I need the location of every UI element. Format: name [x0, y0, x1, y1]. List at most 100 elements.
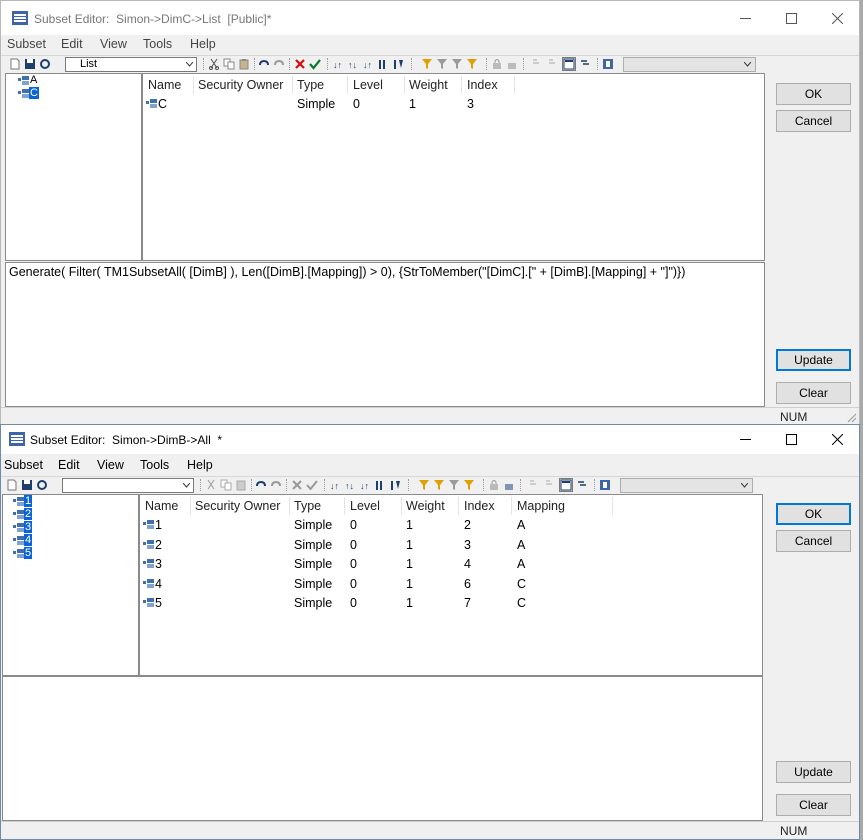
- sort-hierarchy-icon[interactable]: [375, 479, 387, 491]
- minimize-button[interactable]: [722, 425, 768, 454]
- column-header[interactable]: Security Owner: [198, 78, 283, 92]
- table-row[interactable]: 4 Simple 0 1 6 C: [140, 575, 762, 594]
- refresh-icon[interactable]: [36, 479, 48, 491]
- expand-icon[interactable]: [531, 58, 543, 70]
- column-header[interactable]: Weight: [409, 78, 448, 92]
- lock-icon[interactable]: [491, 58, 503, 70]
- sort-hierarchy-icon[interactable]: [378, 58, 390, 70]
- filter-icon[interactable]: [418, 479, 430, 491]
- checkmark-icon[interactable]: [309, 58, 321, 70]
- redo-icon[interactable]: [270, 479, 282, 491]
- alias-combo[interactable]: [620, 478, 753, 493]
- column-divider[interactable]: [458, 497, 459, 515]
- element-grid[interactable]: Name Security Owner Type Level Weight Index Ma…: [139, 494, 763, 676]
- ok-button[interactable]: OK: [776, 83, 851, 105]
- table-row[interactable]: C Simple 0 1 3: [143, 95, 764, 114]
- subset-tree[interactable]: AC: [5, 73, 142, 261]
- title-bar[interactable]: Subset Editor: Simon->DimB->All *: [1, 425, 859, 454]
- filter-data-icon[interactable]: [466, 58, 478, 70]
- update-button[interactable]: Update: [776, 349, 851, 371]
- properties-icon[interactable]: [599, 479, 611, 491]
- mdx-expression-editor[interactable]: Generate( Filter( TM1SubsetAll( [DimB] )…: [5, 262, 765, 407]
- alias-combo[interactable]: [623, 57, 756, 72]
- column-divider[interactable]: [404, 76, 405, 94]
- table-row[interactable]: 1 Simple 0 1 2 A: [140, 516, 762, 535]
- sort-ascending-icon[interactable]: ↓↑: [330, 479, 342, 491]
- clear-button[interactable]: Clear: [776, 794, 851, 816]
- column-header[interactable]: Index: [464, 499, 495, 513]
- column-header[interactable]: Type: [294, 499, 321, 513]
- subset-name-combo[interactable]: [62, 478, 194, 493]
- sort-index-icon[interactable]: ↓↑: [360, 479, 372, 491]
- resize-grip-icon[interactable]: [847, 413, 857, 423]
- delete-icon[interactable]: [294, 58, 306, 70]
- table-row[interactable]: 5 Simple 0 1 7 C: [140, 594, 762, 613]
- drill-icon[interactable]: [576, 479, 588, 491]
- refresh-icon[interactable]: [39, 58, 51, 70]
- drill-icon[interactable]: [579, 58, 591, 70]
- undo-icon[interactable]: [255, 479, 267, 491]
- maximize-button[interactable]: [768, 1, 814, 35]
- close-button[interactable]: [814, 425, 859, 454]
- subset-name-combo[interactable]: List: [65, 57, 197, 72]
- menu-help[interactable]: Help: [187, 458, 213, 472]
- menu-view[interactable]: View: [97, 458, 124, 472]
- table-row[interactable]: 3 Simple 0 1 4 A: [140, 555, 762, 574]
- paste-icon[interactable]: [235, 479, 247, 491]
- column-divider[interactable]: [193, 76, 194, 94]
- menu-subset[interactable]: Subset: [7, 37, 46, 51]
- new-icon[interactable]: [6, 479, 18, 491]
- collapse-icon[interactable]: [544, 479, 556, 491]
- column-header[interactable]: Name: [145, 499, 178, 513]
- column-divider[interactable]: [514, 76, 515, 94]
- sort-ascending-icon[interactable]: ↓↑: [333, 58, 345, 70]
- column-divider[interactable]: [461, 76, 462, 94]
- undo-icon[interactable]: [258, 58, 270, 70]
- title-bar[interactable]: Subset Editor: Simon->DimC->List [Public…: [1, 1, 859, 35]
- menu-subset[interactable]: Subset: [4, 458, 43, 472]
- filter-level-icon[interactable]: [448, 479, 460, 491]
- expand-icon[interactable]: [528, 479, 540, 491]
- filter-icon[interactable]: [421, 58, 433, 70]
- close-button[interactable]: [814, 1, 859, 35]
- menu-view[interactable]: View: [100, 37, 127, 51]
- expression-window-icon[interactable]: [562, 57, 576, 71]
- sort-index-icon[interactable]: ↓↑: [363, 58, 375, 70]
- filter-attribute-icon[interactable]: [433, 479, 445, 491]
- column-header[interactable]: Level: [353, 78, 383, 92]
- paste-icon[interactable]: [238, 58, 250, 70]
- update-button[interactable]: Update: [776, 761, 851, 783]
- sort-level-icon[interactable]: [390, 479, 402, 491]
- menu-tools[interactable]: Tools: [140, 458, 169, 472]
- checkmark-icon[interactable]: [306, 479, 318, 491]
- column-header[interactable]: Mapping: [517, 499, 565, 513]
- menu-edit[interactable]: Edit: [58, 458, 80, 472]
- column-header[interactable]: Weight: [406, 499, 445, 513]
- sort-descending-icon[interactable]: ↑↓: [345, 479, 357, 491]
- column-divider[interactable]: [511, 497, 512, 515]
- properties-icon[interactable]: [602, 58, 614, 70]
- unlock-icon[interactable]: [503, 479, 515, 491]
- column-divider[interactable]: [292, 76, 293, 94]
- subset-tree[interactable]: 12345: [2, 494, 139, 676]
- save-icon[interactable]: [21, 479, 33, 491]
- new-icon[interactable]: [9, 58, 21, 70]
- cancel-button[interactable]: Cancel: [776, 110, 851, 132]
- column-divider[interactable]: [401, 497, 402, 515]
- column-divider[interactable]: [190, 497, 191, 515]
- copy-icon[interactable]: [220, 479, 232, 491]
- filter-attribute-icon[interactable]: [436, 58, 448, 70]
- column-divider[interactable]: [612, 497, 613, 515]
- maximize-button[interactable]: [768, 425, 814, 454]
- collapse-icon[interactable]: [547, 58, 559, 70]
- menu-tools[interactable]: Tools: [143, 37, 172, 51]
- cancel-button[interactable]: Cancel: [776, 530, 851, 552]
- column-divider[interactable]: [289, 497, 290, 515]
- redo-icon[interactable]: [273, 58, 285, 70]
- save-icon[interactable]: [24, 58, 36, 70]
- column-header[interactable]: Security Owner: [195, 499, 280, 513]
- table-row[interactable]: 2 Simple 0 1 3 A: [140, 536, 762, 555]
- ok-button[interactable]: OK: [776, 503, 851, 525]
- column-header[interactable]: Name: [148, 78, 181, 92]
- lock-icon[interactable]: [488, 479, 500, 491]
